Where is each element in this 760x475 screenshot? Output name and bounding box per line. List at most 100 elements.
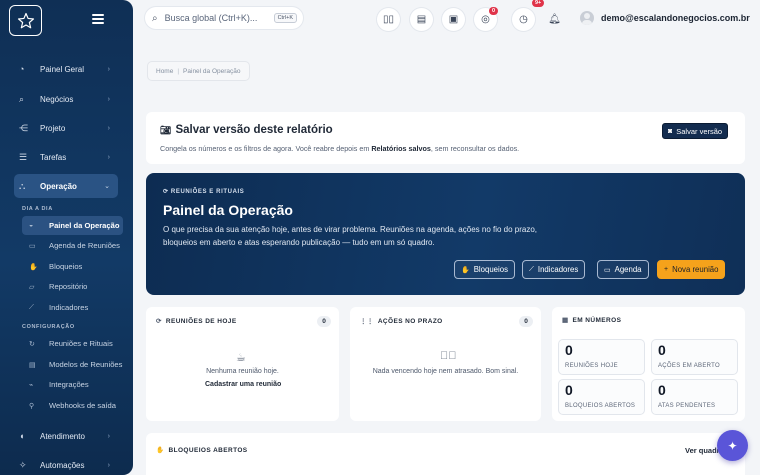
list-icon: ☰ xyxy=(19,151,28,162)
sparkle-icon: ✦ xyxy=(727,438,738,453)
sidebar-subitem-repositorio[interactable]: ▱ Repositório xyxy=(22,277,123,296)
chart-icon: ⟋ xyxy=(529,265,534,273)
sidebar-subitem-painel-operacao[interactable]: ◒ Painel da Operação xyxy=(22,216,123,235)
page-title: Painel da Operação xyxy=(163,202,293,218)
sidebar-item-operacao[interactable]: ⛬ Operação ⌄ xyxy=(14,174,118,198)
bell-icon: 🔔︎ xyxy=(548,14,561,25)
refresh-icon: ↻ xyxy=(29,340,35,348)
agenda-button[interactable]: ▭ Agenda xyxy=(597,260,649,279)
save-version-card: 📷︎ Salvar versão deste relatório Congela… xyxy=(146,112,745,164)
search-icon: ⌕ xyxy=(152,12,158,24)
new-meeting-button[interactable]: + Nova reunião xyxy=(657,260,726,279)
user-email: demo@escalandonegocios.com.br xyxy=(601,13,750,23)
save-version-button[interactable]: ◙ Salvar versão xyxy=(662,123,729,139)
breadcrumb-current: Painel da Operação xyxy=(183,67,241,75)
sidebar-item-negocios[interactable]: ⌕ Negócios › xyxy=(14,87,118,111)
open-blocks-card: ✋ BLOQUEIOS ABERTOS Ver quadro xyxy=(146,433,745,475)
breadcrumb-separator: | xyxy=(177,67,180,75)
sidebar-subitem-agenda[interactable]: ▭ Agenda de Reuniões xyxy=(22,236,123,255)
card-button[interactable]: ▤ xyxy=(410,8,433,31)
sidebar-subitem-reunioes-rituais[interactable]: ↻ Reuniões e Rituais xyxy=(22,334,123,353)
sidebar-subitem-webhooks[interactable]: ⚲ Webhooks de saída xyxy=(22,396,123,415)
save-version-title: 📷︎ Salvar versão deste relatório xyxy=(160,124,333,136)
app-logo[interactable] xyxy=(9,5,42,36)
menu-toggle-icon[interactable] xyxy=(92,14,104,24)
plug-icon: ⌁ xyxy=(29,381,34,389)
star-logo-icon xyxy=(17,12,34,28)
refresh-icon: ⟳ xyxy=(156,318,162,325)
coffee-icon: ☕︎ xyxy=(236,352,246,364)
book-button[interactable]: ▯▯ xyxy=(377,8,400,31)
sidebar-item-atendimento[interactable]: ◖ Atendimento › xyxy=(14,424,118,448)
inbox-button[interactable]: ▣ xyxy=(442,8,465,31)
hand-icon: ✋ xyxy=(156,447,165,454)
timer-badge: 9+ xyxy=(532,0,545,7)
chevron-down-icon: ⌄ xyxy=(104,183,110,190)
whatsapp-badge: 0 xyxy=(489,7,499,15)
avatar xyxy=(580,11,594,25)
ai-assistant-button[interactable]: ✦ xyxy=(717,430,748,461)
section-label-dia: DIA A DIA xyxy=(22,206,53,212)
chevron-right-icon: › xyxy=(107,153,110,161)
notifications-button[interactable]: 🔔︎ xyxy=(543,8,566,31)
hand-icon: ✋ xyxy=(29,263,38,271)
create-meeting-link[interactable]: Cadastrar uma reunião xyxy=(205,381,281,388)
numbers-title: ▦ EM NÚMEROS xyxy=(562,316,622,325)
sidebar-subitem-integracoes[interactable]: ⌁ Integrações xyxy=(22,375,123,394)
speedometer-icon: ◔ xyxy=(19,64,25,74)
timer-button[interactable]: ◷ xyxy=(512,8,535,31)
indicadores-button[interactable]: ⟋ Indicadores xyxy=(522,260,586,279)
gauge-icon: ◒ xyxy=(29,222,34,229)
shortcut-hint: Ctrl+K xyxy=(273,13,297,23)
breadcrumb: Home | Painel da Operação xyxy=(147,61,250,81)
folder-icon: ▱ xyxy=(29,283,35,291)
actions-empty-text: Nada vencendo hoje nem atrasado. Bom sin… xyxy=(372,368,519,375)
actions-due-card: ⋮⋮ AÇÕES NO PRAZO 0 ✓⃝ Nada vencendo hoje… xyxy=(350,307,541,421)
search-input[interactable]: Busca global (Ctrl+K)... xyxy=(165,13,274,23)
timer-icon: ◷ xyxy=(519,14,528,25)
sparkle-icon: ✧ xyxy=(19,459,27,470)
actions-count: 0 xyxy=(519,316,533,327)
chart-icon: ⟋ xyxy=(29,303,34,311)
hero-eyebrow: ⟳ REUNIÕES E RITUAIS xyxy=(163,189,245,195)
sidebar-item-tarefas[interactable]: ☰ Tarefas › xyxy=(14,145,118,169)
global-search[interactable]: ⌕ Busca global (Ctrl+K)... Ctrl+K xyxy=(145,7,303,29)
sidebar-item-automacoes[interactable]: ✧ Automações › xyxy=(14,453,118,475)
chevron-right-icon: › xyxy=(107,432,110,440)
template-icon: ▤ xyxy=(29,361,36,369)
meetings-count: 0 xyxy=(317,316,331,327)
chevron-right-icon: › xyxy=(107,461,110,469)
breadcrumb-home[interactable]: Home xyxy=(156,68,173,75)
calendar-icon: ▭ xyxy=(604,266,611,274)
chevron-right-icon: › xyxy=(107,65,110,73)
plus-icon: + xyxy=(664,266,669,273)
camera-icon: 📷︎ xyxy=(160,124,172,135)
sidebar-subitem-indicadores[interactable]: ⟋ Indicadores xyxy=(22,298,123,317)
stat-open-blocks: 0 BLOQUEIOS ABERTOS xyxy=(558,379,645,415)
bloqueios-button[interactable]: ✋ Bloqueios xyxy=(454,260,515,279)
stat-open-actions: 0 AÇÕES EM ABERTO xyxy=(651,339,738,375)
meetings-empty-text: Nenhuma reunião hoje. xyxy=(206,368,279,375)
section-label-config: CONFIGURAÇÃO xyxy=(22,324,75,330)
chevron-right-icon: › xyxy=(107,95,110,103)
webhook-icon: ⚲ xyxy=(29,402,35,410)
sidebar-item-projeto[interactable]: ⋲ Projeto › xyxy=(14,116,118,140)
network-icon: ⛬ xyxy=(19,180,26,191)
meetings-today-title: ⟳ REUNIÕES DE HOJE xyxy=(156,317,237,326)
hand-icon: ✋ xyxy=(461,266,470,274)
saved-reports-link[interactable]: Relatórios salvos xyxy=(371,144,431,153)
share-icon: ⋲ xyxy=(19,122,28,133)
checklist-icon: ⋮⋮ xyxy=(360,318,374,325)
headset-icon: ◖ xyxy=(19,431,25,441)
save-version-description: Congela os números e os filtros de agora… xyxy=(160,144,520,153)
meetings-today-card: ⟳ REUNIÕES DE HOJE 0 ☕︎ Nenhuma reunião h… xyxy=(146,307,339,421)
sidebar-item-painel-geral[interactable]: ◔ Painel Geral › xyxy=(14,57,118,81)
numbers-card: ▦ EM NÚMEROS 0 REUNIÕES HOJE 0 AÇÕES EM A… xyxy=(552,307,745,421)
actions-due-title: ⋮⋮ AÇÕES NO PRAZO xyxy=(360,317,443,326)
user-menu[interactable]: demo@escalandonegocios.com.br xyxy=(580,11,750,25)
check-circle-icon: ✓⃝ xyxy=(440,350,457,362)
stat-meetings-today: 0 REUNIÕES HOJE xyxy=(558,339,645,375)
sidebar-subitem-modelos[interactable]: ▤ Modelos de Reuniões xyxy=(22,355,123,374)
book-icon: ▯▯ xyxy=(382,14,394,25)
sidebar-subitem-bloqueios[interactable]: ✋ Bloqueios xyxy=(22,257,123,276)
